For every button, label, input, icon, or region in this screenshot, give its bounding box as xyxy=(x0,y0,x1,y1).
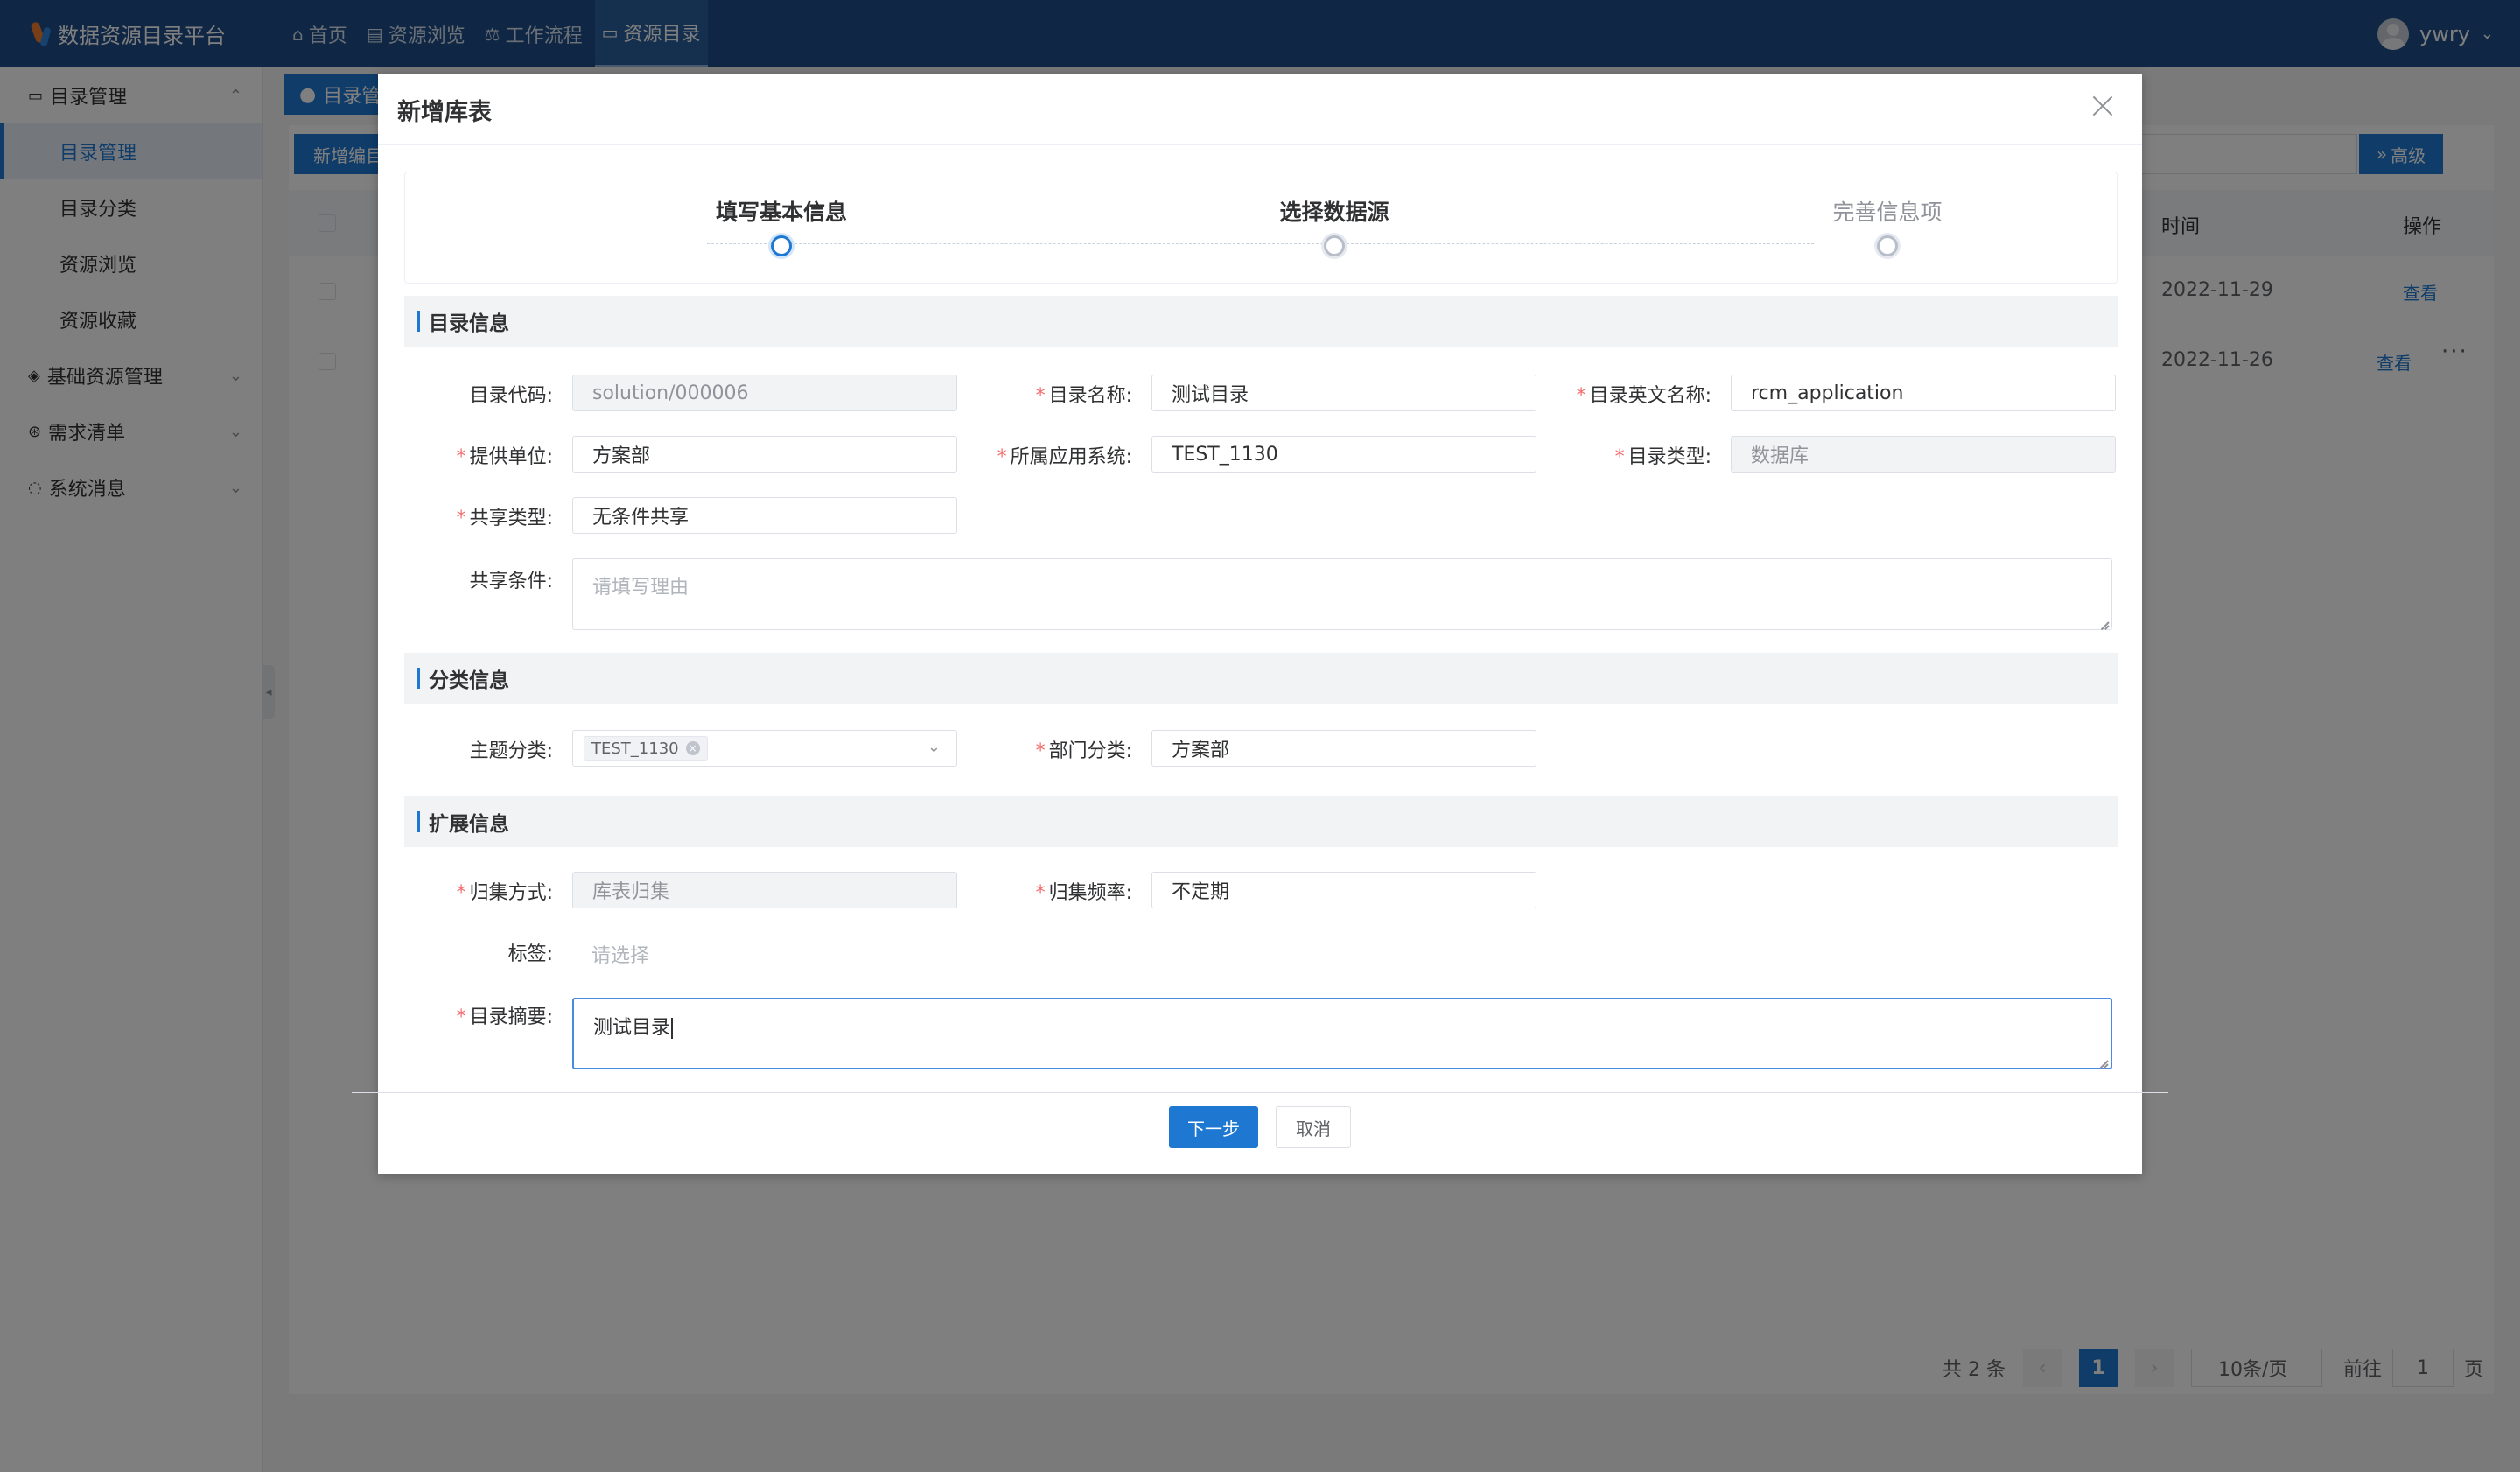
add-table-dialog: 新增库表 填写基本信息 选择数据源 完善信息项 目录信息 目录代码: solut… xyxy=(352,74,2168,1174)
provider-label-text: 提供单位: xyxy=(469,446,553,468)
step-dot xyxy=(1324,235,1345,256)
collect-freq-input[interactable]: 不定期 xyxy=(1152,872,1536,908)
share-cond-placeholder: 请填写理由 xyxy=(592,577,690,599)
summary-label: * 目录摘要: xyxy=(378,1001,553,1029)
dialog-footer-divider xyxy=(352,1092,2168,1093)
dialog-title: 新增库表 xyxy=(397,99,492,126)
required-mark: * xyxy=(1576,385,1586,407)
section-extend-info: 扩展信息 xyxy=(404,796,2118,847)
step-dot xyxy=(1877,235,1898,256)
text-caret xyxy=(671,1018,674,1039)
required-mark: * xyxy=(456,508,466,529)
chevron-down-icon: ⌄ xyxy=(927,738,941,756)
share-cond-textarea[interactable]: 请填写理由 xyxy=(572,558,2112,630)
share-type-input[interactable]: 无条件共享 xyxy=(572,497,957,534)
resize-handle-icon[interactable] xyxy=(2097,1055,2108,1065)
tags-select[interactable]: 请选择 xyxy=(592,940,649,968)
close-icon[interactable] xyxy=(2090,93,2116,119)
collect-method-label: * 归集方式: xyxy=(378,877,553,905)
share-type-label: * 共享类型: xyxy=(378,502,553,530)
dept-label-text: 部门分类: xyxy=(1048,740,1132,762)
provider-input[interactable]: 方案部 xyxy=(572,436,957,473)
section-classify-info: 分类信息 xyxy=(404,653,2118,704)
provider-label: * 提供单位: xyxy=(378,441,553,469)
summary-label-text: 目录摘要: xyxy=(469,1006,553,1028)
collect-freq-label-text: 归集频率: xyxy=(1048,882,1132,904)
topic-tag: TEST_1130 × xyxy=(584,736,708,761)
dept-input[interactable]: 方案部 xyxy=(1152,730,1536,767)
en-name-input[interactable]: rcm_application xyxy=(1731,375,2116,411)
summary-textarea[interactable]: 测试目录 xyxy=(572,998,2112,1069)
app-system-label-text: 所属应用系统: xyxy=(1010,446,1132,468)
step-label: 选择数据源 xyxy=(1279,200,1390,225)
step-complete-items: 完善信息项 xyxy=(1756,172,2019,256)
topic-select[interactable]: TEST_1130 × ⌄ xyxy=(572,730,957,767)
share-type-label-text: 共享类型: xyxy=(469,508,553,529)
topic-label: 主题分类: xyxy=(378,735,553,763)
required-mark: * xyxy=(1035,740,1046,762)
tags-label: 标签: xyxy=(378,938,553,966)
collect-freq-label: * 归集频率: xyxy=(957,877,1132,905)
required-mark: * xyxy=(1614,446,1625,468)
en-name-label: * 目录英文名称: xyxy=(1536,380,1712,408)
code-label-text: 目录代码: xyxy=(469,385,553,407)
required-mark: * xyxy=(456,882,466,904)
step-basic-info: 填写基本信息 xyxy=(650,172,913,256)
next-step-button[interactable]: 下一步 xyxy=(1169,1106,1258,1148)
collect-method-label-text: 归集方式: xyxy=(469,882,553,904)
step-select-source: 选择数据源 xyxy=(1203,172,1466,256)
type-label: * 目录类型: xyxy=(1536,441,1712,469)
topic-tag-label: TEST_1130 xyxy=(592,739,679,758)
dialog-header: 新增库表 xyxy=(378,74,2142,145)
name-input[interactable]: 测试目录 xyxy=(1152,375,1536,411)
steps-indicator: 填写基本信息 选择数据源 完善信息项 xyxy=(404,172,2118,284)
name-label-text: 目录名称: xyxy=(1048,385,1132,407)
step-dot-active xyxy=(771,235,792,256)
required-mark: * xyxy=(1035,882,1046,904)
section-catalog-info: 目录信息 xyxy=(404,296,2118,347)
summary-value: 测试目录 xyxy=(593,1017,671,1039)
app-system-label: * 所属应用系统: xyxy=(957,441,1132,469)
required-mark: * xyxy=(456,446,466,468)
share-cond-label-text: 共享条件: xyxy=(469,571,553,592)
en-name-label-text: 目录英文名称: xyxy=(1589,385,1712,407)
share-cond-label: 共享条件: xyxy=(378,565,553,593)
step-label: 完善信息项 xyxy=(1832,200,1942,225)
close-circle-icon[interactable]: × xyxy=(685,741,700,755)
dept-label: * 部门分类: xyxy=(957,735,1132,763)
cancel-button[interactable]: 取消 xyxy=(1276,1106,1351,1148)
required-mark: * xyxy=(456,1006,466,1028)
type-label-text: 目录类型: xyxy=(1628,446,1712,468)
type-input[interactable]: 数据库 xyxy=(1731,436,2116,473)
required-mark: * xyxy=(1035,385,1046,407)
step-label: 填写基本信息 xyxy=(715,200,847,225)
tags-label-text: 标签: xyxy=(508,943,553,965)
code-input[interactable]: solution/000006 xyxy=(572,375,957,411)
required-mark: * xyxy=(997,446,1007,468)
name-label: * 目录名称: xyxy=(957,380,1132,408)
resize-handle-icon[interactable] xyxy=(2098,616,2109,627)
app-system-input[interactable]: TEST_1130 xyxy=(1152,436,1536,473)
topic-label-text: 主题分类: xyxy=(469,740,553,762)
code-label: 目录代码: xyxy=(378,380,553,408)
collect-method-input[interactable]: 库表归集 xyxy=(572,872,957,908)
